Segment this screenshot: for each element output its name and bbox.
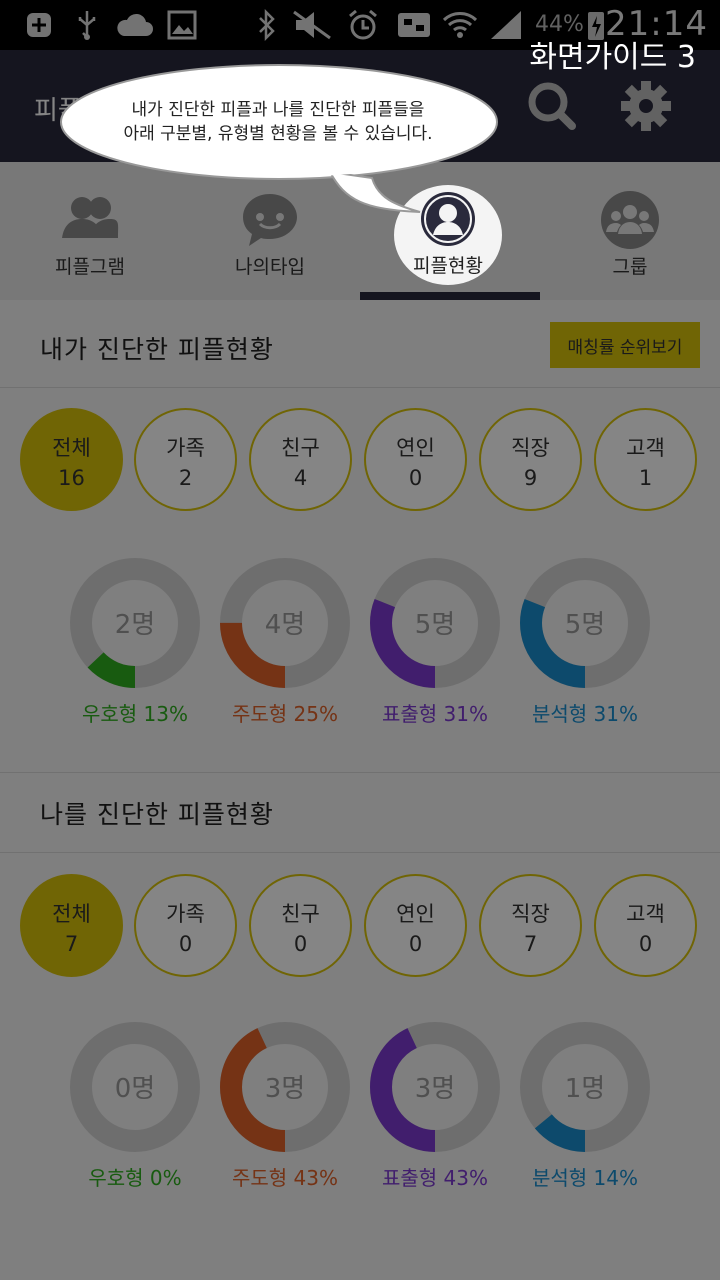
- category-name: 가족: [166, 436, 205, 460]
- category-count: 7: [64, 932, 79, 956]
- guide-speech-bubble: [60, 64, 498, 213]
- type-leading[interactable]: 4명 주도형 25%: [220, 558, 350, 728]
- section-title: 내가 진단한 피플현황: [40, 335, 274, 364]
- category-customer[interactable]: 고객 0: [594, 874, 697, 977]
- category-count: 4: [293, 466, 308, 490]
- category-lover[interactable]: 연인 0: [364, 874, 467, 977]
- match-rank-button[interactable]: 매칭률 순위보기: [550, 322, 700, 368]
- category-name: 친구: [281, 902, 320, 926]
- category-name: 전체: [52, 902, 91, 926]
- category-name: 고객: [626, 436, 665, 460]
- type-friendly[interactable]: 2명 우호형 13%: [70, 558, 200, 728]
- diagnosed-me-types: 0명 우호형 0% 3명 주도형 43% 3명 표출형 43% 1명 분석형 1…: [0, 1022, 720, 1192]
- diagnosed-me-categories: 전체 7 가족 0 친구 0 연인 0 직장 7 고객 0: [0, 874, 720, 978]
- type-count: 1명: [564, 1074, 606, 1104]
- type-label: 주도형 43%: [231, 1166, 338, 1190]
- category-customer[interactable]: 고객 1: [594, 408, 697, 511]
- type-leading[interactable]: 3명 주도형 43%: [220, 1022, 350, 1192]
- category-name: 연인: [396, 436, 435, 460]
- category-lover[interactable]: 연인 0: [364, 408, 467, 511]
- type-expressive[interactable]: 3명 표출형 43%: [370, 1022, 500, 1192]
- category-friend[interactable]: 친구 0: [249, 874, 352, 977]
- type-analytical[interactable]: 5명 분석형 31%: [520, 558, 650, 728]
- category-count: 0: [178, 932, 193, 956]
- category-name: 직장: [511, 902, 550, 926]
- category-name: 연인: [396, 902, 435, 926]
- type-analytical[interactable]: 1명 분석형 14%: [520, 1022, 650, 1192]
- category-work[interactable]: 직장 9: [479, 408, 582, 511]
- category-family[interactable]: 가족 2: [134, 408, 237, 511]
- type-label: 표출형 43%: [381, 1166, 488, 1190]
- type-count: 5명: [414, 610, 456, 640]
- category-count: 7: [523, 932, 538, 956]
- category-all[interactable]: 전체 7: [20, 874, 123, 977]
- type-count: 2명: [114, 610, 156, 640]
- type-friendly[interactable]: 0명 우호형 0%: [70, 1022, 200, 1192]
- category-count: 2: [178, 466, 193, 490]
- category-name: 고객: [626, 902, 665, 926]
- category-count: 1: [638, 466, 653, 490]
- type-label: 분석형 14%: [531, 1166, 638, 1190]
- diagnosed-me-header: 나를 진단한 피플현황: [0, 767, 720, 853]
- type-count: 4명: [264, 610, 306, 640]
- category-count: 0: [408, 466, 423, 490]
- bubble-line: 내가 진단한 피플과 나를 진단한 피플들을: [131, 100, 425, 120]
- type-count: 0명: [114, 1074, 156, 1104]
- type-count: 3명: [264, 1074, 306, 1104]
- category-name: 친구: [281, 436, 320, 460]
- category-count: 0: [293, 932, 308, 956]
- type-label: 주도형 25%: [231, 702, 338, 726]
- bubble-line: 아래 구분별, 유형별 현황을 볼 수 있습니다.: [123, 124, 433, 144]
- guide-bubble-text: 내가 진단한 피플과 나를 진단한 피플들을 아래 구분별, 유형별 현황을 볼…: [68, 98, 488, 146]
- type-label: 분석형 31%: [531, 702, 638, 726]
- category-count: 9: [523, 466, 538, 490]
- my-diagnosed-header: 내가 진단한 피플현황 매칭률 순위보기: [0, 302, 720, 388]
- category-count: 0: [638, 932, 653, 956]
- type-label: 우호형 0%: [88, 1166, 182, 1190]
- category-name: 직장: [511, 436, 550, 460]
- type-count: 3명: [414, 1074, 456, 1104]
- type-label: 표출형 31%: [381, 702, 488, 726]
- category-name: 가족: [166, 902, 205, 926]
- category-name: 전체: [52, 436, 91, 460]
- type-label: 우호형 13%: [81, 702, 188, 726]
- category-work[interactable]: 직장 7: [479, 874, 582, 977]
- category-friend[interactable]: 친구 4: [249, 408, 352, 511]
- category-all[interactable]: 전체 16: [20, 408, 123, 511]
- category-count: 0: [408, 932, 423, 956]
- category-count: 16: [58, 466, 85, 490]
- category-family[interactable]: 가족 0: [134, 874, 237, 977]
- section-title: 나를 진단한 피플현황: [40, 800, 274, 829]
- my-diagnosed-categories: 전체 16 가족 2 친구 4 연인 0 직장 9 고객 1: [0, 408, 720, 512]
- type-expressive[interactable]: 5명 표출형 31%: [370, 558, 500, 728]
- my-diagnosed-types: 2명 우호형 13% 4명 주도형 25% 5명 표출형 31% 5명 분석형 …: [0, 558, 720, 728]
- type-count: 5명: [564, 610, 606, 640]
